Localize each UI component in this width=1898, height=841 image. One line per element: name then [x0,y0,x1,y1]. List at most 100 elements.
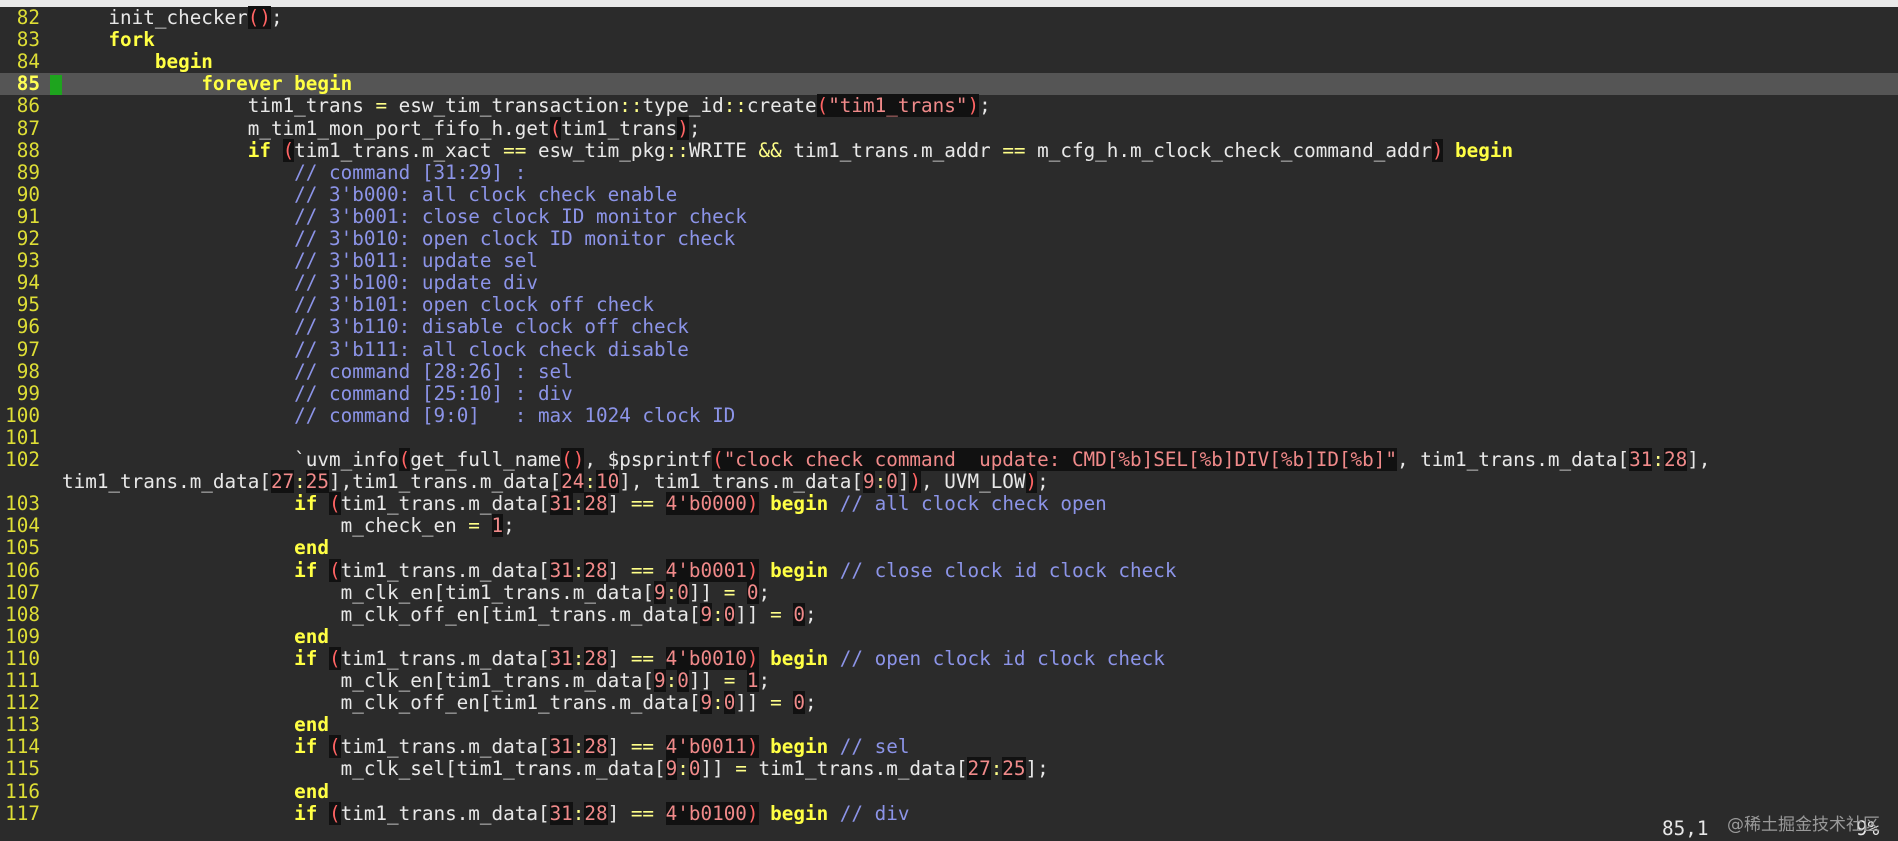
token-pl: ; [270,6,283,29]
token-num: 28 [584,646,608,670]
code-line[interactable]: 107 m_clk_en[tim1_trans.m_data[9:0]] = 0… [0,580,1898,604]
code-line[interactable]: 104 m_check_en = 1; [0,514,1898,538]
token-num: 4'b0000 [665,492,747,516]
token-num: 1 [746,669,759,692]
token-kw: if [294,646,318,670]
code-line[interactable]: 95 // 3'b101: open clock off check [0,294,1898,316]
token-pl: m_tim1_mon_port_fifo_h.get [62,116,550,140]
token-op: : [294,470,306,494]
token-pl: ; [804,691,817,715]
code-line[interactable]: 111 m_clk_en[tim1_trans.m_data[9:0]] = 1… [0,669,1898,692]
code-line[interactable]: 105 end [0,537,1898,559]
code-line[interactable]: 96 // 3'b110: disable clock off check [0,316,1898,338]
token-num: 10 [596,470,620,494]
token-pl: ]] [688,580,724,604]
code-line[interactable]: 94 // 3'b100: update div [0,272,1898,294]
line-number: 104 [5,514,40,538]
code-line[interactable]: 110 if (tim1_trans.m_data[31:28] == 4'b0… [0,646,1898,670]
token-pl: init_checker [62,6,248,29]
code-line[interactable]: tim1_trans.m_data[27:25],tim1_trans.m_da… [0,470,1898,494]
code-line[interactable]: 112 m_clk_off_en[tim1_trans.m_data[9:0]]… [0,691,1898,715]
code-line[interactable]: 91 // 3'b001: close clock ID monitor che… [0,205,1898,228]
code-line[interactable]: 103 if (tim1_trans.m_data[31:28] == 4'b0… [0,492,1898,516]
token-pl: ]] [735,602,771,626]
token-kw: begin [154,50,213,74]
code-text: if (tim1_trans.m_data[31:28] == 4'b0001)… [62,558,1176,582]
token-op: == [1002,138,1026,162]
token-op: : [1652,448,1664,471]
code-text: if (tim1_trans.m_xact == esw_tim_pkg::WR… [62,138,1513,162]
code-line[interactable]: 106 if (tim1_trans.m_data[31:28] == 4'b0… [0,558,1898,582]
token-op: == [630,492,655,516]
line-number: 102 [5,448,40,471]
token-pn: ( [816,94,829,118]
code-line[interactable]: 102 `uvm_info(get_full_name(), $psprintf… [0,448,1898,471]
token-kw: if [247,138,271,162]
token-cm: // all clock check open [839,492,1107,516]
code-line[interactable]: 87 m_tim1_mon_port_fifo_h.get(tim1_trans… [0,116,1898,140]
token-num: 9 [700,602,713,626]
line-number: 92 [16,227,40,250]
token-pl: get_full_name [410,448,562,471]
token-pl: tim1_trans.m_data[ [340,646,550,670]
code-line[interactable]: 114 if (tim1_trans.m_data[31:28] == 4'b0… [0,735,1898,759]
token-cm: // sel [839,735,910,759]
token-op: :: [619,94,643,118]
token-op: : [712,602,724,626]
code-line[interactable]: 82 init_checker(); [0,6,1898,29]
token-pl: ]] [688,669,724,692]
token-num: 1 [491,514,504,538]
code-line[interactable]: 90 // 3'b000: all clock check enable [0,182,1898,206]
code-line[interactable]: 97 // 3'b111: all clock check disable [0,337,1898,361]
token-pl: ; [758,669,771,692]
code-line[interactable]: 92 // 3'b010: open clock ID monitor chec… [0,228,1898,250]
token-op: : [572,646,585,670]
code-line[interactable]: 115 m_clk_sel[tim1_trans.m_data[9:0]] = … [0,757,1898,781]
token-op: :: [723,94,747,118]
code-editor[interactable]: 82 init_checker(); 83 fork 84 begin 85 fore… [0,6,1898,841]
code-line[interactable]: 98 // command [28:26] : sel [0,360,1898,383]
token-num: 28 [1663,448,1688,471]
token-pn: ) [746,492,759,516]
code-line[interactable]: 108 m_clk_off_en[tim1_trans.m_data[9:0]]… [0,602,1898,626]
code-text: forever begin [62,73,352,95]
code-text: // 3'b001: close clock ID monitor check [62,205,747,228]
token-pl: tim1_trans.m_addr [781,138,1003,162]
line-number: 111 [5,669,40,692]
code-line[interactable]: 84 begin [0,51,1898,73]
token-cm: // 3'b000: all clock check enable [294,182,678,206]
token-pn: ) [677,116,689,140]
code-line[interactable]: 99 // command [25:10] : div [0,381,1898,405]
code-line[interactable]: 100 // command [9:0] : max 1024 clock ID [0,404,1898,427]
code-line[interactable]: 86 tim1_trans = esw_tim_transaction::typ… [0,94,1898,118]
token-op: : [572,492,585,516]
token-kw: begin [770,492,829,516]
token-num: 0 [886,470,898,494]
token-num: 31 [549,646,573,670]
token-cm: // 3'b111: all clock check disable [294,337,689,361]
token-op: : [584,470,596,494]
token-pl: m_check_en [62,514,469,538]
code-line[interactable]: 109 end [0,625,1898,648]
code-line[interactable]: 113 end [0,714,1898,736]
token-cm: // command [25:10] : div [294,381,573,405]
line-number: 95 [16,293,40,317]
code-line[interactable]: 89 // command [31:29] : [0,161,1898,184]
code-line[interactable]: 83 fork [0,29,1898,51]
code-line[interactable]: 85 forever begin [0,73,1898,96]
code-line[interactable]: 88 if (tim1_trans.m_xact == esw_tim_pkg:… [0,138,1898,162]
token-pl: tim1_trans.m_data[ [340,735,550,759]
code-line[interactable]: 93 // 3'b011: update sel [0,250,1898,272]
code-line[interactable]: 116 end [0,780,1898,803]
code-line[interactable]: 101 [0,426,1898,449]
line-number: 115 [5,757,40,781]
token-num: 28 [584,492,608,516]
token-pn: ) [909,470,922,494]
token-op: = [723,580,736,604]
